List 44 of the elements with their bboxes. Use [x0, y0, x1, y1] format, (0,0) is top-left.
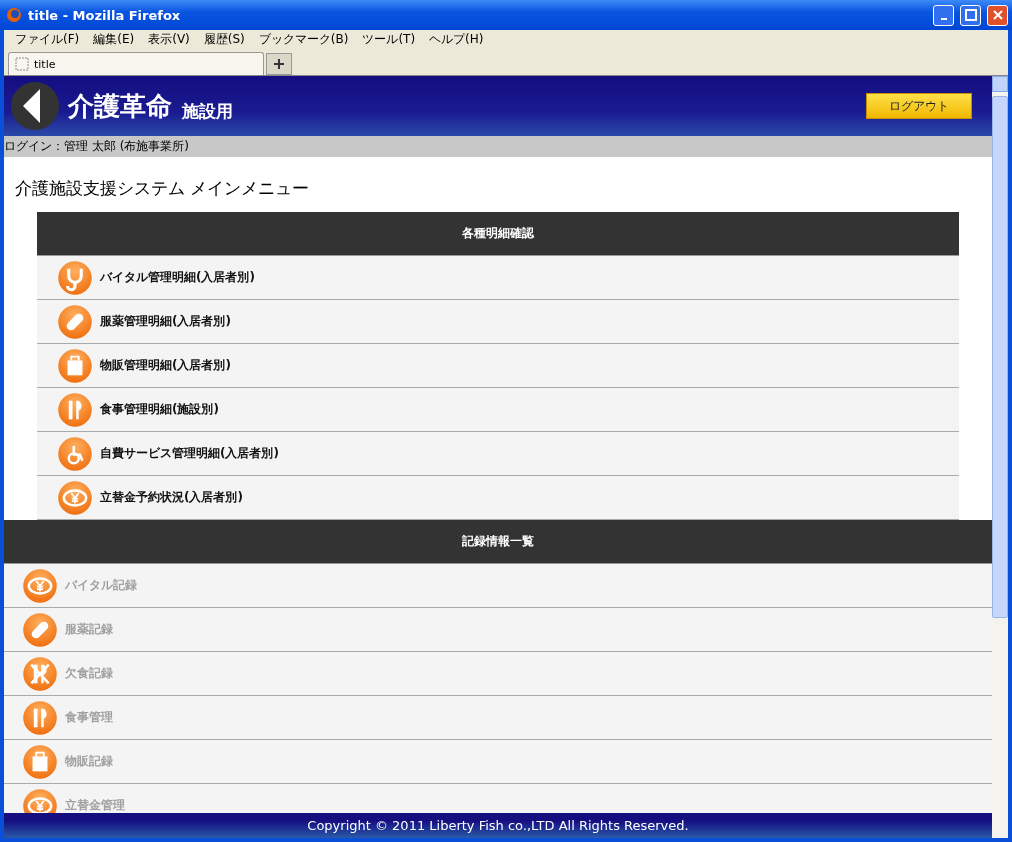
- pill-icon: [22, 611, 58, 648]
- bag-icon: [57, 347, 93, 384]
- menu-item[interactable]: ファイル(F): [8, 30, 87, 48]
- menu-item[interactable]: ブックマーク(B): [251, 30, 356, 48]
- menu-row[interactable]: 服薬管理明細(入居者別): [37, 300, 959, 344]
- crossed-fork-knife-icon: [22, 655, 58, 692]
- menu-row[interactable]: バイタル管理明細(入居者別): [37, 256, 959, 300]
- close-button[interactable]: [987, 4, 1008, 26]
- minimize-icon: [940, 18, 947, 20]
- menu-item[interactable]: ツール(T): [355, 30, 423, 48]
- logout-button[interactable]: ログアウト: [866, 93, 972, 119]
- logo-subtitle: 施設用: [182, 99, 234, 123]
- firefox-logo-icon: [6, 7, 22, 23]
- fork-knife-icon: [57, 391, 93, 428]
- menu-row[interactable]: 物販管理明細(入居者別): [37, 344, 959, 388]
- menu-row[interactable]: 立替金予約状況(入居者別): [37, 476, 959, 520]
- page-icon: [15, 57, 29, 71]
- new-tab-button[interactable]: [266, 53, 292, 75]
- page-title: 介護施設支援システム メインメニュー: [14, 177, 311, 200]
- bag-icon: [22, 743, 58, 780]
- menu-item[interactable]: ヘルプ(H): [422, 30, 491, 48]
- close-icon: [991, 9, 1004, 21]
- maximize-icon: [964, 9, 977, 21]
- yen-coin-icon: [57, 479, 93, 516]
- wheelchair-icon: [57, 435, 93, 472]
- logo-text: 介護革命: [68, 89, 172, 123]
- browser-tab[interactable]: title: [8, 52, 264, 75]
- maximize-button[interactable]: [960, 4, 981, 26]
- menu-row[interactable]: 自費サービス管理明細(入居者別): [37, 432, 959, 476]
- login-info: ログイン：管理 太郎 (布施事業所): [4, 136, 992, 157]
- section-header: 記録情報一覧: [4, 520, 992, 564]
- pill-icon: [57, 303, 93, 340]
- menu-item[interactable]: 編集(E): [86, 30, 142, 48]
- menu-item[interactable]: 履歴(S): [196, 30, 252, 48]
- plus-icon: [273, 58, 285, 70]
- menu-row[interactable]: 食事管理明細(施設別): [37, 388, 959, 432]
- yen-coin-icon: [22, 567, 58, 604]
- scrollbar[interactable]: [992, 76, 1008, 838]
- section-header: 各種明細確認: [37, 212, 959, 256]
- fork-knife-icon: [22, 699, 58, 736]
- menu-item[interactable]: 表示(V): [141, 30, 197, 48]
- window-title: title - Mozilla Firefox: [28, 7, 182, 23]
- stethoscope-icon: [57, 259, 93, 296]
- minimize-button[interactable]: [933, 4, 954, 26]
